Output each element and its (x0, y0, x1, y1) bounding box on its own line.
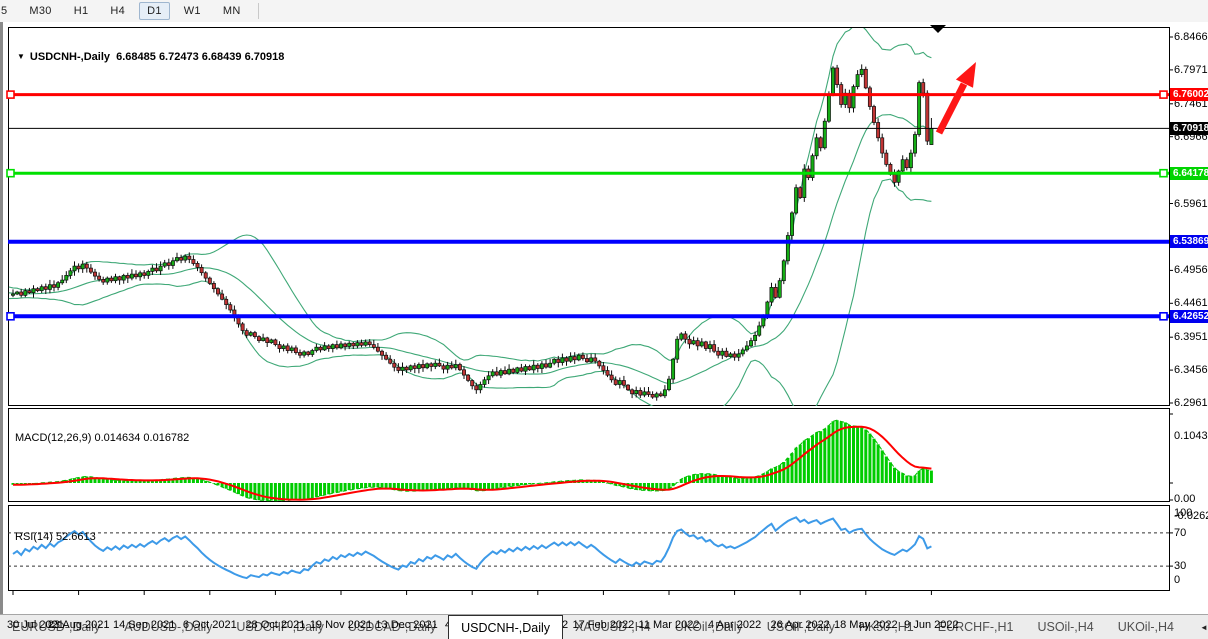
price-tick-label: 6.49560 (1174, 264, 1208, 276)
price-tick-label: 6.39510 (1174, 331, 1208, 343)
chart-tab-usdcnh-daily[interactable]: USDCNH-,Daily (448, 615, 563, 639)
date-axis-label[interactable]: 6 Oct 2021 (183, 619, 237, 631)
tab-scroll-left-icon[interactable]: ◄ (1200, 623, 1208, 632)
rsi-indicator-label: RSI(14) 52.6613 (15, 531, 96, 543)
candlesticks (11, 64, 933, 400)
level-handle[interactable] (7, 91, 14, 98)
timeframe-toolbar: 5 M30 H1 H4 D1 W1 MN (0, 0, 1208, 23)
chart-tab-usoil-h4[interactable]: USOil-,H4 (1025, 615, 1105, 639)
macd-pane[interactable] (9, 409, 1170, 502)
horizontal-levels[interactable] (7, 91, 1169, 320)
timeframe-button-w1[interactable]: W1 (176, 2, 209, 20)
price-tick-label: 6.29610 (1174, 397, 1208, 409)
rsi-axis-label: 100 (1174, 507, 1192, 519)
timeframe-button-mn[interactable]: MN (215, 2, 249, 20)
price-tick-label: 6.34560 (1174, 364, 1208, 376)
timeframe-button-d1[interactable]: D1 (139, 2, 170, 20)
tab-scroll-controls: ◄► (1200, 615, 1208, 639)
level-handle[interactable] (1160, 91, 1167, 98)
date-axis-label[interactable]: 11 Mar 2022 (639, 619, 700, 631)
main-pane[interactable] (9, 28, 1170, 406)
price-tick-label: 6.79710 (1174, 64, 1208, 76)
bollinger-bands (9, 26, 932, 422)
price-level-badge: 6.76002 (1170, 88, 1208, 101)
axis-ticks (13, 37, 1173, 595)
mt4-window: { "toolbar": { "items": ["5", "M30", "H1… (0, 0, 1208, 638)
down-triangle-marker[interactable] (930, 25, 946, 33)
rsi-axis-label: 0 (1174, 574, 1180, 586)
date-axis-label[interactable]: 19 Nov 2021 (310, 619, 372, 631)
date-axis-label[interactable]: 18 May 2022 (834, 619, 898, 631)
level-handle[interactable] (7, 313, 14, 320)
macd-indicator-label: MACD(12,26,9) 0.014634 0.016782 (15, 432, 189, 444)
chart-window[interactable]: ▼ USDCNH-,Daily 6.68485 6.72473 6.68439 6… (0, 22, 1208, 614)
chart-tab-ukoil-h4[interactable]: UKOil-,H4 (1106, 615, 1186, 639)
rsi-plot (8, 517, 1169, 578)
chart-ohlc-values: 6.68485 6.72473 6.68439 6.70918 (116, 51, 284, 63)
price-level-badge: 6.42652 (1170, 310, 1208, 323)
toolbar-separator (258, 3, 259, 19)
date-axis-label[interactable]: 14 Sep 2021 (113, 619, 175, 631)
date-axis-label[interactable]: 17 Feb 2022 (573, 619, 635, 631)
price-level-badge: 6.64178 (1170, 167, 1208, 180)
price-tick-label: 6.59610 (1174, 198, 1208, 210)
chart-symbol-period: USDCNH-,Daily (30, 51, 110, 63)
rsi-axis-label: 70 (1174, 527, 1186, 539)
level-handle[interactable] (1160, 313, 1167, 320)
price-level-badge: 6.70918 (1170, 122, 1208, 135)
timeframe-button-h4[interactable]: H4 (102, 2, 133, 20)
annotations[interactable] (930, 25, 976, 135)
timeframe-button-h1[interactable]: H1 (66, 2, 97, 20)
date-axis-label[interactable]: 4 Apr 2022 (708, 619, 761, 631)
price-tick-label: 6.84660 (1174, 31, 1208, 43)
chart-canvas (3, 22, 1208, 614)
rsi-pane[interactable] (9, 506, 1170, 591)
price-level-badge: 6.53869 (1170, 235, 1208, 248)
date-axis-label[interactable]: 23 Aug 2021 (48, 619, 110, 631)
price-tick-label: 6.44610 (1174, 297, 1208, 309)
timeframe-button-m30[interactable]: M30 (21, 2, 59, 20)
chart-title: ▼ USDCNH-,Daily 6.68485 6.72473 6.68439 6… (17, 51, 284, 63)
level-handle[interactable] (1160, 170, 1167, 177)
date-axis-label[interactable]: 26 Apr 2022 (771, 619, 830, 631)
date-axis-label[interactable]: 28 Oct 2021 (245, 619, 305, 631)
up-arrow-head[interactable] (956, 62, 976, 88)
level-handle[interactable] (7, 170, 14, 177)
symbol-dropdown-icon[interactable]: ▼ (17, 52, 25, 61)
timeframe-button-5[interactable]: 5 (0, 2, 15, 20)
date-axis-label[interactable]: 13 Dec 2021 (375, 619, 437, 631)
up-arrow-shaft[interactable] (936, 83, 967, 135)
rsi-axis-label: 30 (1174, 560, 1186, 572)
macd-axis-label: 0.104313 (1174, 430, 1208, 442)
date-axis-label[interactable]: 9 Jun 2022 (904, 619, 958, 631)
macd-axis-label: 0.00 (1174, 493, 1195, 505)
